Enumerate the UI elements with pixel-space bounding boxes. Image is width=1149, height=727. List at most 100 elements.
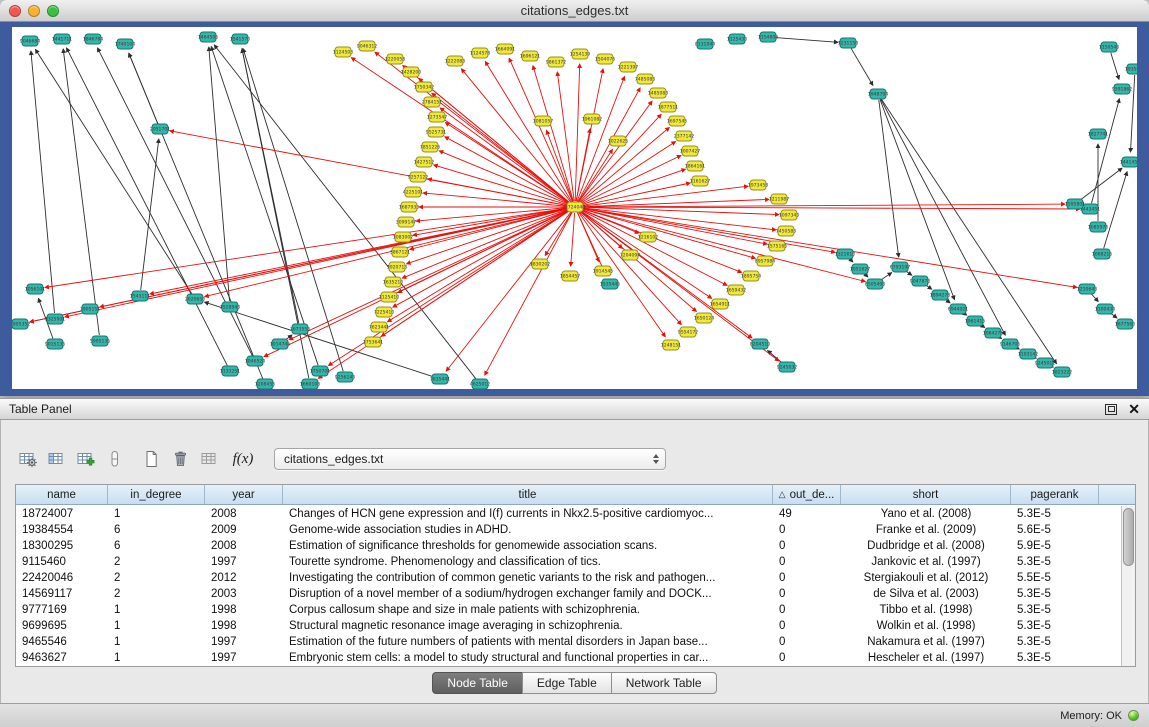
network-node[interactable]: 9015135 xyxy=(45,339,66,349)
function-builder-button[interactable]: f(x) xyxy=(226,446,260,472)
network-node[interactable]: 1103142 xyxy=(1018,349,1039,359)
network-node[interactable]: 1222083 xyxy=(445,56,466,66)
float-panel-icon[interactable] xyxy=(1105,404,1117,415)
tab-node-table[interactable]: Node Table xyxy=(432,672,523,694)
table-import-icon[interactable] xyxy=(73,446,98,472)
table-row[interactable]: 911546021997Tourette syndrome. Phenomeno… xyxy=(16,554,1121,570)
network-node[interactable]: 1210643 xyxy=(1077,284,1098,294)
network-node[interactable]: 7905151 xyxy=(80,304,101,314)
network-node[interactable]: 9046312 xyxy=(357,41,378,51)
table-row[interactable]: 1872400712008Changes of HCN gene express… xyxy=(16,506,1121,522)
network-node[interactable]: 1220058 xyxy=(385,54,406,64)
network-node[interactable]: 8505493 xyxy=(865,279,886,289)
network-node[interactable]: 1081057 xyxy=(533,116,554,126)
network-node[interactable]: 1083002 xyxy=(393,232,414,242)
network-node[interactable]: 1124578 xyxy=(470,48,491,58)
window-close-button[interactable] xyxy=(9,5,21,17)
table-row[interactable]: 969969511998Structural magnetic resonanc… xyxy=(16,618,1121,634)
network-node[interactable]: 9256143 xyxy=(335,372,356,382)
column-header-name[interactable]: name xyxy=(16,485,108,504)
network-node[interactable]: 1827741 xyxy=(1088,129,1109,139)
network-node[interactable]: 1161627 xyxy=(690,176,711,186)
table-row[interactable]: 1456911722003Disruption of a novel membe… xyxy=(16,586,1121,602)
network-node[interactable]: 1635210 xyxy=(383,277,404,287)
network-node[interactable]: 1248151 xyxy=(661,340,682,350)
network-node[interactable]: 1428200 xyxy=(401,67,422,77)
network-node[interactable]: 1211987 xyxy=(769,194,790,204)
network-node[interactable]: 1696121 xyxy=(520,51,541,61)
network-node[interactable]: 1846784 xyxy=(83,34,104,44)
network-node[interactable]: 1973458 xyxy=(748,180,769,190)
network-node[interactable]: 7673553 xyxy=(290,324,311,334)
network-node[interactable]: 1125410 xyxy=(379,292,400,302)
network-node[interactable]: 7225410 xyxy=(374,307,395,317)
network-node[interactable]: 1750701 xyxy=(310,366,331,376)
network-node[interactable]: 1864161 xyxy=(685,161,706,171)
network-node[interactable]: 1064275 xyxy=(983,328,1004,338)
network-node[interactable]: 9861372 xyxy=(546,57,567,67)
network-node[interactable]: 1208455 xyxy=(255,379,276,389)
network-node[interactable]: 1753641 xyxy=(363,337,384,347)
network-node[interactable]: 2377142 xyxy=(674,131,695,141)
network-node[interactable]: 6793197 xyxy=(890,262,911,272)
network-node[interactable]: 1948794 xyxy=(868,89,889,99)
network-node[interactable]: 1895754 xyxy=(741,271,762,281)
network-node[interactable]: 4225101 xyxy=(403,187,424,197)
network-node[interactable]: 8204510 xyxy=(750,339,771,349)
network-node[interactable]: 1216102 xyxy=(638,232,659,242)
table-row[interactable]: 946362711997Embryonic stem cells: a mode… xyxy=(16,650,1121,666)
window-titlebar[interactable]: citations_edges.txt xyxy=(0,0,1149,22)
network-node[interactable]: 7635441 xyxy=(430,374,451,384)
column-header-short[interactable]: short xyxy=(841,485,1011,504)
network-node[interactable]: 8944021 xyxy=(948,304,969,314)
window-zoom-button[interactable] xyxy=(47,5,59,17)
network-node[interactable]: 1464505 xyxy=(198,32,219,42)
network-node[interactable]: 1068216 xyxy=(1092,249,1113,259)
column-header-out-de[interactable]: △out_de... xyxy=(773,485,841,504)
network-node[interactable]: 9257122 xyxy=(408,172,429,182)
network-node[interactable]: 1659432 xyxy=(726,285,747,295)
network-node[interactable]: 3867121 xyxy=(390,247,411,257)
network-node[interactable]: 1961082 xyxy=(582,114,603,124)
network-node[interactable]: 7623441 xyxy=(369,322,390,332)
network-node[interactable]: 1961415 xyxy=(965,316,986,326)
column-header-title[interactable]: title xyxy=(283,485,773,504)
network-node[interactable]: 1325901 xyxy=(45,314,66,324)
network-node[interactable]: 1830202 xyxy=(530,259,551,269)
network-node[interactable]: 1427512 xyxy=(414,157,435,167)
scrollbar-thumb[interactable] xyxy=(1123,508,1134,566)
network-node[interactable]: 1660103 xyxy=(300,379,321,389)
network-node[interactable]: 5905135 xyxy=(90,336,111,346)
network-node[interactable]: 1664091 xyxy=(495,44,516,54)
network-node[interactable]: 1007427 xyxy=(680,146,701,156)
network-node[interactable]: 1254139 xyxy=(570,49,591,59)
table-settings-icon[interactable] xyxy=(15,446,40,472)
network-node[interactable]: 1920713 xyxy=(387,262,408,272)
network-node[interactable]: 1504076 xyxy=(595,54,616,64)
network-node[interactable]: 1125430 xyxy=(727,34,748,44)
network-node[interactable]: 1543111 xyxy=(130,291,151,301)
network-node[interactable]: 7204097 xyxy=(620,250,641,260)
network-node[interactable]: 9554172 xyxy=(678,327,699,337)
network-node[interactable]: 9047878 xyxy=(910,276,931,286)
network-node[interactable]: 7450583 xyxy=(776,226,797,236)
network-node[interactable]: 1575165 xyxy=(767,241,788,251)
network-node[interactable]: 1154808 xyxy=(758,32,779,42)
table-inactive-icon[interactable] xyxy=(197,446,222,472)
delete-table-icon[interactable] xyxy=(168,446,193,472)
network-node[interactable]: 4625012 xyxy=(470,379,491,389)
network-node[interactable]: 1750342 xyxy=(414,82,435,92)
tab-edge-table[interactable]: Edge Table xyxy=(522,672,612,694)
network-node[interactable]: 1654911 xyxy=(710,299,731,309)
column-header-in-degree[interactable]: in_degree xyxy=(108,485,205,504)
network-node[interactable]: 1877511 xyxy=(658,102,679,112)
network-node[interactable]: 1650124 xyxy=(694,313,715,323)
network-node[interactable]: 2620650 xyxy=(185,294,206,304)
column-header-pagerank[interactable]: pagerank xyxy=(1011,485,1099,504)
network-node[interactable]: 1595801 xyxy=(1065,199,1086,209)
network-node[interactable]: 1528943 xyxy=(220,302,241,312)
network-node[interactable]: 1485083 xyxy=(648,88,669,98)
table-vertical-scrollbar[interactable] xyxy=(1121,506,1135,666)
network-node[interactable]: 1441457 xyxy=(1120,157,1137,167)
table-row[interactable]: 2242004622012Investigating the contribut… xyxy=(16,570,1121,586)
